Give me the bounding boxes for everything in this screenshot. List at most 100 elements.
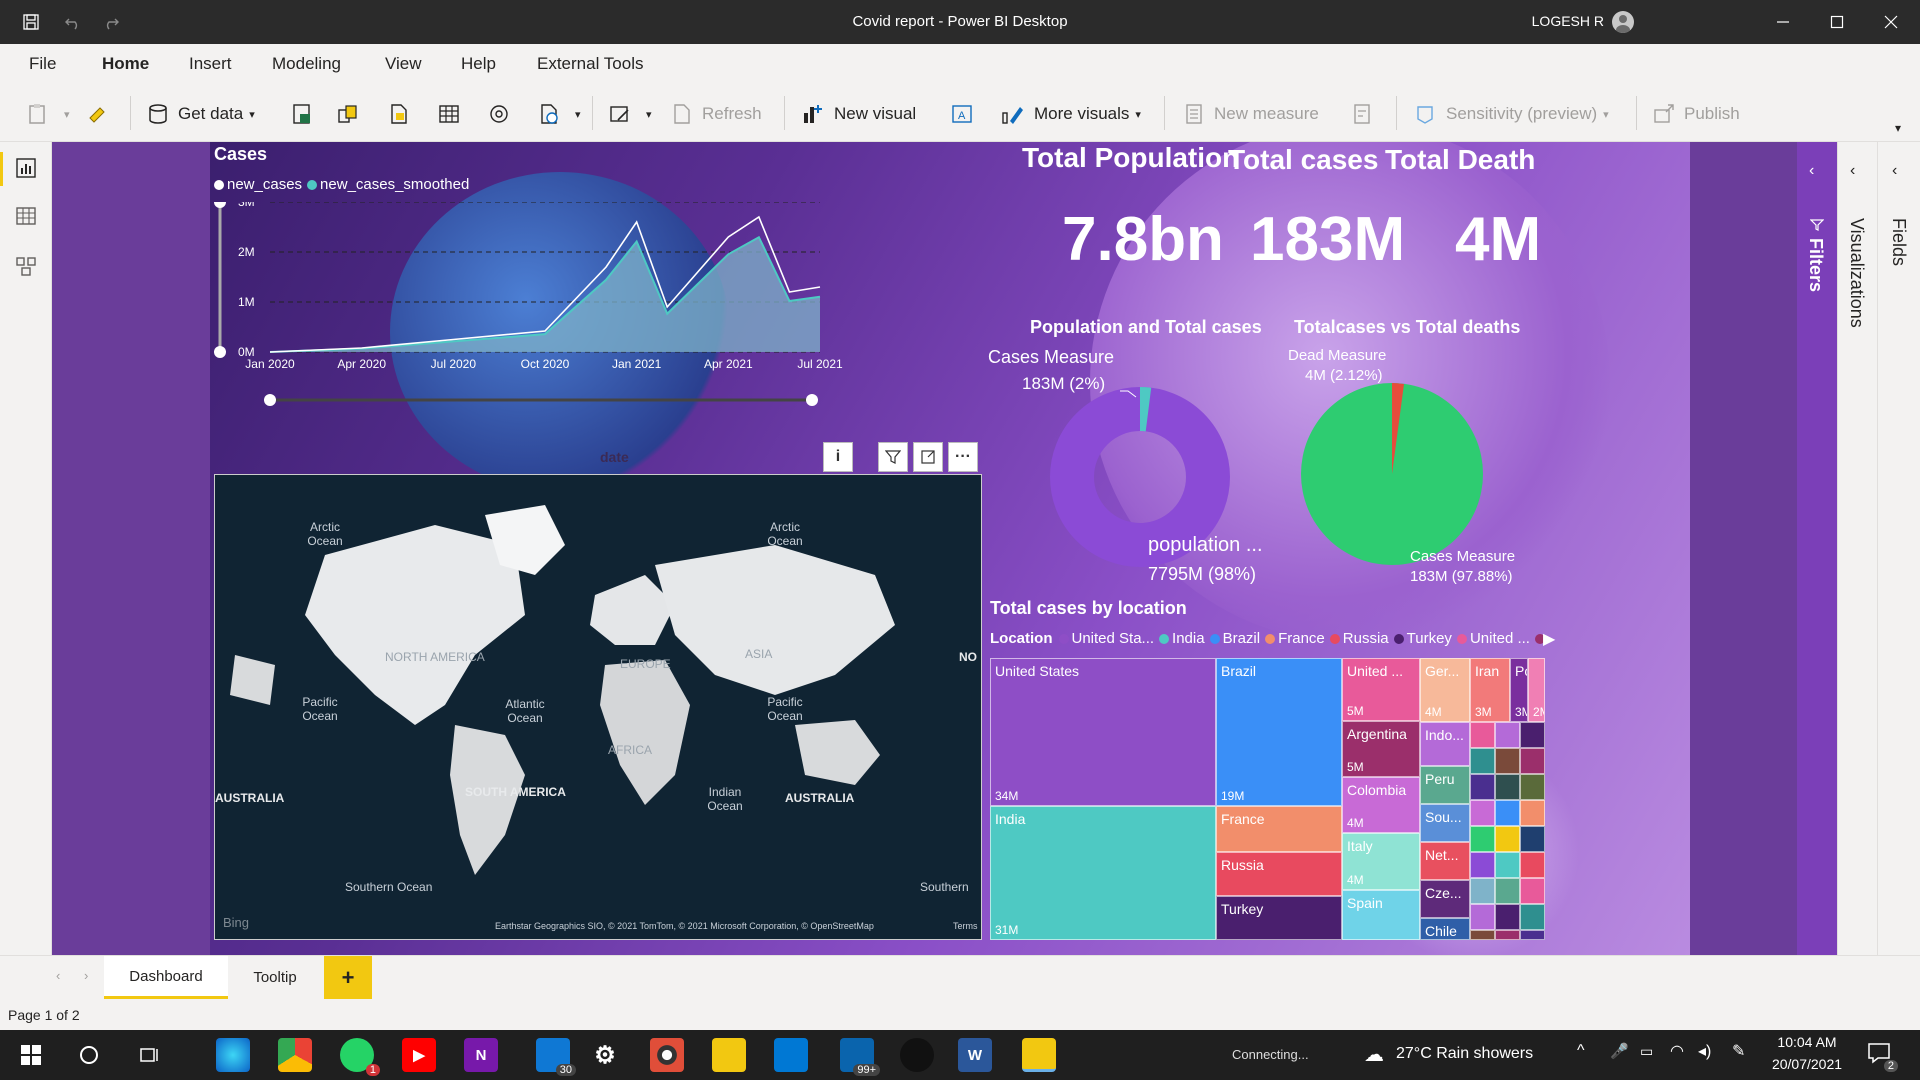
search-icon[interactable] <box>72 1038 106 1072</box>
treemap-cell-small[interactable] <box>1520 826 1545 852</box>
paste-button[interactable]: ▾ <box>26 100 70 128</box>
store-icon[interactable] <box>774 1038 808 1072</box>
visualizations-pane[interactable]: ‹ Visualizations <box>1837 142 1877 955</box>
treemap-cell-small[interactable] <box>1520 930 1545 940</box>
onenote-icon[interactable]: N <box>464 1038 498 1072</box>
model-view-icon[interactable] <box>14 254 38 278</box>
dataverse-button[interactable] <box>387 100 419 128</box>
treemap-cell-small[interactable] <box>1495 748 1520 774</box>
treemap-cell[interactable]: Indo... <box>1420 722 1470 766</box>
new-visual-button[interactable]: New visual <box>800 100 916 128</box>
focus-mode-icon[interactable] <box>913 442 943 472</box>
treemap-legend-item[interactable]: United Sta... <box>1058 630 1154 647</box>
treemap-cell-small[interactable] <box>1495 878 1520 904</box>
treemap-cell-small[interactable] <box>1495 722 1520 748</box>
weather-app-icon[interactable]: 30 <box>536 1038 576 1076</box>
filter-icon[interactable] <box>878 442 908 472</box>
volume-icon[interactable]: ◂) <box>1698 1041 1711 1061</box>
collapse-fields-icon[interactable]: ‹ <box>1892 162 1897 180</box>
youtube-icon[interactable]: ▶ <box>402 1038 436 1072</box>
edge-icon[interactable] <box>216 1038 250 1072</box>
enter-data-button[interactable] <box>437 100 469 128</box>
chrome-icon[interactable] <box>278 1038 312 1072</box>
legend-next-icon[interactable]: ▶ <box>1543 629 1555 649</box>
treemap-cell-small[interactable] <box>1520 722 1545 748</box>
treemap-cell[interactable]: Peru <box>1420 766 1470 804</box>
menu-tab-modeling[interactable]: Modeling <box>272 54 341 74</box>
clock-time[interactable]: 10:04 AM <box>1774 1034 1840 1050</box>
treemap-cell[interactable]: Turkey <box>1216 896 1342 940</box>
clock-date[interactable]: 20/07/2021 <box>1768 1056 1846 1072</box>
filters-pane[interactable]: ‹ Filters <box>1797 142 1837 955</box>
treemap-legend-item[interactable]: India <box>1159 630 1205 647</box>
user-name[interactable]: LOGESH R <box>1532 13 1604 29</box>
maximize-button[interactable] <box>1812 0 1862 44</box>
legend-item-new-cases[interactable]: new_cases <box>214 176 302 193</box>
slack-icon[interactable] <box>900 1038 934 1072</box>
more-options-icon[interactable]: ··· <box>948 442 978 472</box>
treemap-cell-small[interactable] <box>1495 774 1520 800</box>
treemap-cell[interactable]: 2M <box>1528 658 1545 722</box>
publish-button[interactable]: Publish <box>1652 100 1740 128</box>
treemap-cell[interactable]: Spain <box>1342 890 1420 940</box>
treemap-cell[interactable]: Argentina 5M <box>1342 721 1420 777</box>
battery-icon[interactable]: ▭ <box>1640 1043 1653 1060</box>
more-visuals-button[interactable]: More visuals ▾ <box>1000 100 1141 128</box>
sources-button[interactable] <box>487 100 519 128</box>
deaths-pie-chart[interactable] <box>1300 374 1500 574</box>
power-bi-taskbar-icon[interactable] <box>1022 1038 1056 1072</box>
treemap-cell[interactable]: Ger... 4M <box>1420 658 1470 722</box>
page-tab-dashboard[interactable]: Dashboard <box>104 956 228 999</box>
treemap-cell-small[interactable] <box>1520 878 1545 904</box>
treemap-cell[interactable]: Italy 4M <box>1342 833 1420 890</box>
report-view-icon[interactable] <box>14 156 38 180</box>
menu-tab-view[interactable]: View <box>385 54 422 74</box>
fields-pane[interactable]: ‹ Fields <box>1877 142 1920 955</box>
format-painter-button[interactable] <box>86 100 118 128</box>
treemap-cell[interactable]: Iran 3M <box>1470 658 1510 722</box>
map-terms-link[interactable]: Terms <box>953 921 978 931</box>
treemap-legend-item[interactable]: United ... <box>1456 630 1530 647</box>
transform-data-button[interactable]: ▾ <box>608 100 652 128</box>
treemap-cell[interactable]: Russia <box>1216 852 1342 896</box>
word-icon[interactable]: W <box>958 1038 992 1072</box>
data-view-icon[interactable] <box>14 204 38 228</box>
add-page-button[interactable]: + <box>324 956 372 999</box>
quick-measure-button[interactable] <box>1350 100 1382 128</box>
treemap-cell[interactable]: Chile <box>1420 918 1470 940</box>
minimize-button[interactable] <box>1758 0 1808 44</box>
treemap-cell-small[interactable] <box>1495 826 1520 852</box>
collapse-ribbon-icon[interactable]: ▾ <box>1895 114 1901 142</box>
microphone-icon[interactable]: 🎤 <box>1610 1042 1629 1060</box>
windows-start-icon[interactable] <box>14 1038 48 1072</box>
notification-icon[interactable]: 2 <box>1866 1040 1898 1072</box>
close-button[interactable] <box>1866 0 1916 44</box>
treemap-legend-item[interactable]: Brazil <box>1209 630 1260 647</box>
collapse-filters-icon[interactable]: ‹ <box>1809 162 1814 180</box>
treemap-cell[interactable]: Cze... <box>1420 880 1470 918</box>
mail-icon[interactable]: 99+ <box>840 1038 880 1076</box>
pen-icon[interactable]: ✎ <box>1732 1041 1745 1061</box>
cloud-icon[interactable]: ☁ <box>1364 1042 1384 1067</box>
media-player-icon[interactable] <box>650 1038 684 1072</box>
treemap-cell-small[interactable] <box>1470 852 1495 878</box>
dataset-button[interactable] <box>336 100 368 128</box>
info-icon[interactable]: i <box>823 442 853 472</box>
treemap-cell[interactable]: Colombia 4M <box>1342 777 1420 833</box>
task-view-icon[interactable] <box>132 1038 166 1072</box>
treemap-cell[interactable]: United ... 5M <box>1342 658 1420 721</box>
treemap-cell-small[interactable] <box>1520 904 1545 930</box>
next-page-icon[interactable]: › <box>84 968 88 983</box>
treemap-cell-small[interactable] <box>1470 930 1495 940</box>
collapse-visualizations-icon[interactable]: ‹ <box>1850 162 1855 180</box>
treemap-cell-small[interactable] <box>1495 930 1520 940</box>
user-avatar[interactable] <box>1612 11 1634 33</box>
refresh-button[interactable]: Refresh <box>670 100 762 128</box>
treemap-cell[interactable]: Pol... 3M <box>1510 658 1528 722</box>
treemap-cell[interactable]: Net... <box>1420 842 1470 880</box>
treemap-cell-small[interactable] <box>1470 774 1495 800</box>
excel-button[interactable] <box>290 100 322 128</box>
text-box-button[interactable]: A <box>950 100 982 128</box>
treemap-cell-small[interactable] <box>1470 722 1495 748</box>
tray-expand-icon[interactable]: ^ <box>1577 1042 1585 1060</box>
